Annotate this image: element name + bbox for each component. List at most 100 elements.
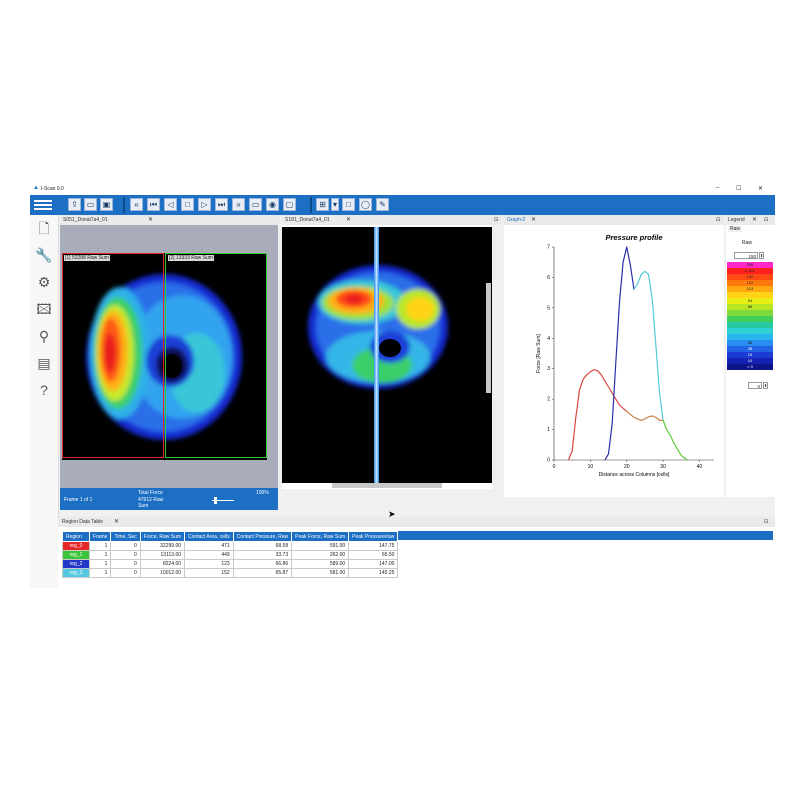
document-icon[interactable]: 🗋 [35, 219, 53, 237]
wrench-icon[interactable]: 🔧 [35, 246, 53, 264]
region-table-tabbar: Region Data Table ✕ ⊡ [58, 517, 775, 527]
last-frame-icon[interactable]: ⏭ [215, 198, 228, 211]
image-icon[interactable]: 🖾 [35, 300, 53, 318]
chart-icon[interactable]: ▤ [35, 354, 53, 372]
x-tick-label: 40 [697, 464, 703, 470]
close-tab-icon[interactable]: ✕ [114, 518, 119, 525]
region-green-box[interactable] [165, 253, 267, 458]
table-cell: 145.25 [348, 568, 399, 578]
save-icon[interactable]: ▣ [100, 198, 113, 211]
table-column-header[interactable]: Contact Pressure, Raw [232, 531, 293, 542]
total-force-label: Total Force [138, 490, 163, 496]
first-frame-icon[interactable]: ⏮ [147, 198, 160, 211]
table-column-header[interactable]: Frame [88, 531, 112, 542]
region-name-cell: reg_2 [62, 559, 90, 569]
close-tab-icon[interactable]: ✕ [148, 216, 153, 223]
middle-view-pane [282, 225, 492, 489]
legend-color-scale: 255 ≥ 141 132 122 113 94 85 38 28 19 10 > 0 [727, 262, 773, 370]
help-icon[interactable]: ? [35, 381, 53, 399]
chevron-down-icon[interactable]: ▾ [331, 198, 339, 211]
close-tab-icon[interactable]: ✕ [752, 216, 757, 223]
region-table-tab[interactable]: Region Data Table [62, 519, 103, 525]
open-icon[interactable]: ▭ [84, 198, 97, 211]
table-header-row: Region Frame Time, Sec Force, Raw Sum Contac… [62, 531, 399, 542]
y-axis-label: Force [Raw Sum] [536, 334, 542, 373]
region-red-box[interactable] [62, 253, 164, 458]
region-name-cell: reg_3 [62, 568, 90, 578]
legend-min-stepper[interactable]: ⬍ [763, 382, 768, 389]
record-icon[interactable]: ▭ [249, 198, 262, 211]
left-view-tab[interactable]: S051_Donut7a4_01 [63, 217, 108, 223]
legend-pane: Raw Raw 150 ⬍ 255 ≥ 141 132 122 113 94 85 38 28 1… [726, 225, 775, 497]
camera-icon[interactable]: ◉ [266, 198, 279, 211]
app-title: I-Scan 9.0 [41, 186, 64, 192]
series-line [662, 420, 689, 461]
table-column-header[interactable]: Contact Area, cells [184, 531, 234, 542]
pen-icon[interactable]: ✎ [376, 198, 389, 211]
table-cell: 262.00 [291, 550, 350, 560]
user-search-icon[interactable]: ⚲ [35, 327, 53, 345]
table-cell: 147.75 [348, 541, 399, 551]
x-axis-label: Distance across Columns [cells] [599, 472, 670, 478]
table-column-header[interactable]: Peak Force, Raw Sum [291, 531, 350, 542]
middle-scrollbar[interactable] [332, 483, 442, 488]
legend-heading: Raw [742, 240, 753, 246]
close-tab-icon[interactable]: ✕ [346, 216, 351, 223]
legend-tab[interactable]: Legend [728, 217, 745, 223]
y-tick-label: 1 [547, 427, 550, 433]
toolbar-separator [123, 197, 125, 213]
middle-view-tab[interactable]: S181_Donut7a4_01 [285, 217, 330, 223]
table-row[interactable]: reg_2 1 0 8224.00 123 66.86 589.00 147.00 [62, 559, 399, 569]
legend-subtab[interactable]: Raw [728, 226, 743, 232]
pin-icon[interactable]: ⊡ [764, 519, 768, 525]
legend-max-field[interactable]: 150 [734, 252, 758, 259]
legend-color-row: > 0 [727, 364, 773, 370]
hamburger-menu-icon[interactable] [34, 199, 52, 211]
series-line [626, 410, 664, 421]
left-view-tabbar: S051_Donut7a4_01 ✕ ⊡ [60, 215, 305, 225]
table-cell: 0 [110, 541, 141, 551]
grid-icon[interactable]: ⊞ [316, 198, 329, 211]
table-column-header[interactable]: Time, Sec [110, 531, 141, 542]
app-window: ▲ I-Scan 9.0 – ☐ ✕ ⇪ ▭ ▣ « ⏮ ◁ □ ▷ ⏭ » ▭… [30, 183, 775, 588]
minimize-button[interactable]: – [716, 185, 719, 191]
legend-min-field[interactable]: 0 [748, 382, 762, 389]
close-tab-icon[interactable]: ✕ [531, 216, 536, 223]
pin-icon[interactable]: ⊡ [764, 217, 768, 223]
x-tick-label: 10 [588, 464, 594, 470]
pin-icon[interactable]: ⊡ [494, 217, 498, 223]
step-back-icon[interactable]: ◁ [164, 198, 177, 211]
table-row[interactable]: reg_1 1 0 13113.00 449 33.73 262.00 65.50 [62, 550, 399, 560]
table-column-header[interactable]: Peak Pressure/raw [348, 531, 399, 542]
legend-max-stepper[interactable]: ⬍ [759, 252, 764, 259]
stop-icon[interactable]: □ [181, 198, 194, 211]
ellipse-icon[interactable]: ◯ [359, 198, 372, 211]
table-column-header[interactable]: Region [62, 531, 90, 542]
table-cell: 65.87 [232, 568, 293, 578]
graph-view-tab[interactable]: Graph-2 [507, 217, 525, 223]
middle-vertical-scrollbar[interactable] [486, 283, 491, 393]
table-row[interactable]: reg_3 1 0 10012.00 152 65.87 581.00 145.25 [62, 568, 399, 578]
table-column-header[interactable]: Force, Raw Sum [139, 531, 186, 542]
zoom-slider-thumb[interactable] [214, 497, 217, 504]
play-icon[interactable]: ▷ [198, 198, 211, 211]
zoom-level: 100% [256, 490, 269, 496]
table-cell: 32299.00 [139, 541, 186, 551]
window-icon[interactable]: ▢ [283, 198, 296, 211]
region-red-label: [1] 52288 Raw Sum [64, 255, 110, 261]
close-button[interactable]: ✕ [758, 185, 763, 192]
pin-icon[interactable]: ⊡ [716, 217, 720, 223]
rewind-icon[interactable]: « [130, 198, 143, 211]
frame-counter: Frame 1 of 1 [64, 497, 93, 503]
gear-icon[interactable]: ⚙ [35, 273, 53, 291]
forward-icon[interactable]: » [232, 198, 245, 211]
rectangle-icon[interactable]: □ [342, 198, 355, 211]
region-name-cell: reg_1 [62, 550, 90, 560]
graph-view-tabbar: Graph-2 ✕ ⊡ [504, 215, 724, 225]
maximize-button[interactable]: ☐ [736, 185, 741, 192]
export-icon[interactable]: ⇪ [68, 198, 81, 211]
region-green-label: [2] 13333 Raw Sum [168, 255, 214, 261]
table-row[interactable]: reg_0 1 0 32299.00 471 68.58 591.00 147.75 [62, 541, 399, 551]
table-cell: 1 [88, 550, 112, 560]
table-cell: 147.00 [348, 559, 399, 569]
